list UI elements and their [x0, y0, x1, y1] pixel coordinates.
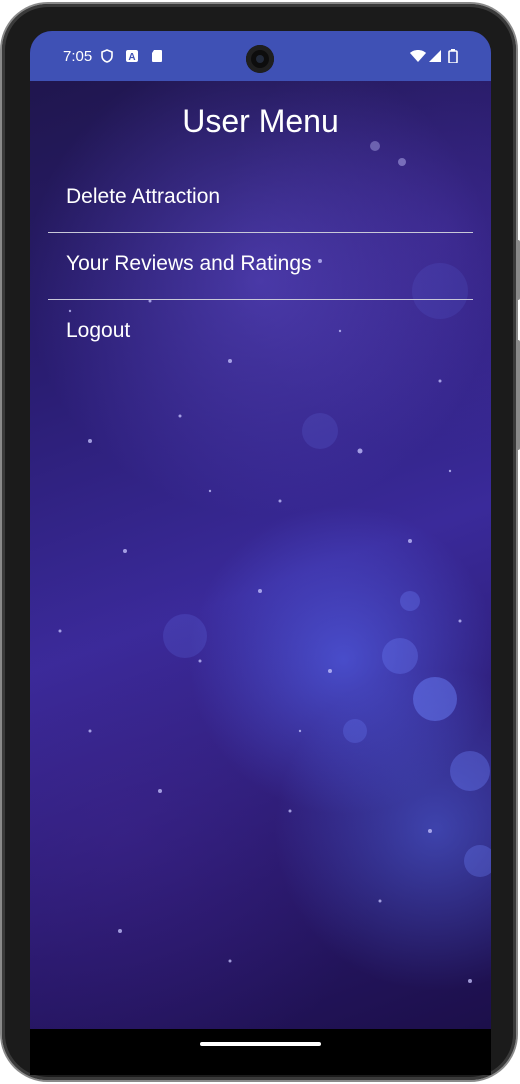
menu-item-reviews-ratings[interactable]: Your Reviews and Ratings: [48, 233, 473, 300]
menu-item-logout[interactable]: Logout: [48, 300, 473, 367]
front-camera: [246, 45, 274, 73]
status-time: 7:05: [63, 48, 93, 65]
wifi-icon: [410, 50, 426, 62]
navigation-bar: [30, 1029, 491, 1075]
volume-button: [516, 340, 520, 450]
app-screen: 7:05 A User Menu Delete Attraction Your …: [30, 31, 491, 1029]
cellular-signal-icon: [429, 50, 441, 62]
power-button: [516, 240, 520, 300]
shield-icon: [101, 49, 113, 63]
battery-icon: [448, 49, 458, 63]
a-notification-icon: A: [126, 50, 138, 63]
user-menu-list: Delete Attraction Your Reviews and Ratin…: [48, 166, 473, 367]
sd-card-icon: [152, 50, 162, 62]
status-bar: 7:05 A: [30, 31, 491, 81]
page-title: User Menu: [182, 103, 339, 139]
menu-item-delete-attraction[interactable]: Delete Attraction: [48, 166, 473, 233]
svg-text:A: A: [128, 52, 135, 63]
home-gesture-handle[interactable]: [200, 1042, 321, 1046]
